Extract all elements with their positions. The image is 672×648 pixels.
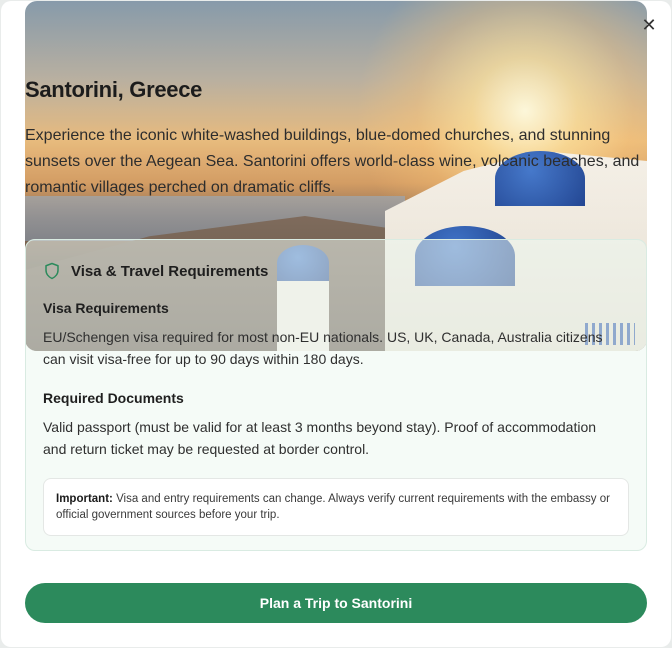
note-label: Important:: [56, 493, 113, 505]
destination-description: Experience the iconic white-washed build…: [25, 127, 640, 196]
shield-icon: [45, 262, 59, 280]
important-note: Important: Visa and entry requirements c…: [43, 478, 629, 536]
note-text: Visa and entry requirements can change. …: [56, 493, 610, 521]
documents-heading: Required Documents: [43, 390, 184, 406]
visa-text: EU/Schengen visa required for most non-E…: [43, 329, 603, 367]
requirements-title: Visa & Travel Requirements: [71, 262, 269, 280]
documents-text: Valid passport (must be valid for at lea…: [43, 419, 597, 457]
plan-trip-button[interactable]: Plan a Trip to Santorini: [25, 583, 647, 623]
visa-requirements-panel: Visa & Travel Requirements Visa Requirem…: [25, 239, 647, 551]
destination-modal: ✕ Santorini, Greece Experience the iconi…: [1, 1, 671, 647]
requirements-header: Visa & Travel Requirements: [43, 261, 268, 281]
page-title: Santorini, Greece: [25, 77, 203, 102]
visa-heading: Visa Requirements: [43, 300, 169, 316]
close-icon[interactable]: ✕: [639, 15, 659, 35]
